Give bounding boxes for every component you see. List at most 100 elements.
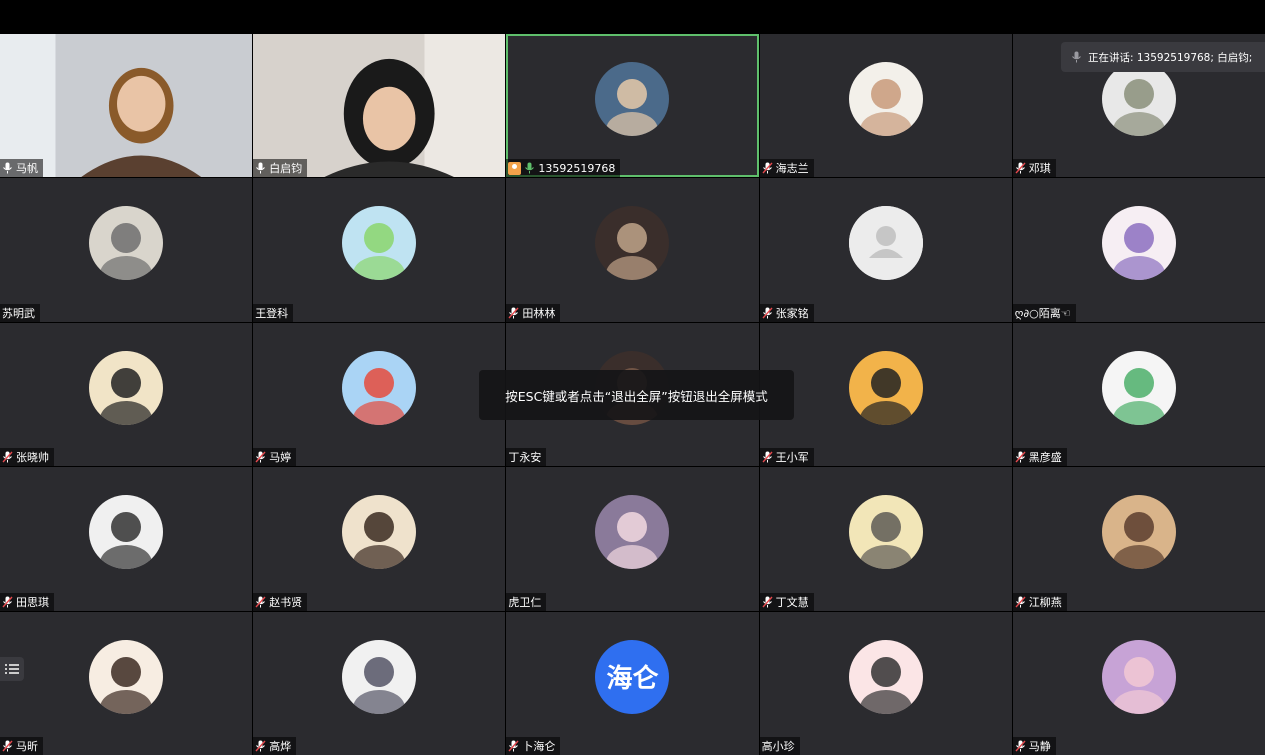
- avatar: [1101, 62, 1176, 136]
- participant-name: 虎卫仁: [508, 595, 542, 609]
- participant-name: 苏明武: [2, 306, 35, 320]
- participant-name-label: 马昕: [0, 736, 43, 755]
- avatar: [342, 350, 417, 425]
- list-icon: [5, 660, 19, 679]
- participant-name-label: 马帆: [0, 159, 43, 178]
- participant-name-label: 丁文慧: [759, 592, 814, 611]
- avatar: [342, 639, 417, 714]
- speaking-indicator: 正在讲话: 13592519768; 白启钧;: [1061, 42, 1265, 72]
- participant-tile[interactable]: 王小军: [759, 322, 1012, 467]
- avatar-initials: 海仑: [595, 639, 670, 714]
- participant-name: 丁文慧: [775, 595, 809, 609]
- participant-tile[interactable]: 丁文慧: [759, 467, 1012, 611]
- avatar: [848, 350, 923, 425]
- avatar: [1101, 495, 1176, 570]
- participant-tile[interactable]: 高小珍: [759, 611, 1012, 755]
- participant-name: ღ∂○陌离☜: [1014, 306, 1071, 320]
- avatar: [342, 495, 417, 570]
- avatar: [1101, 639, 1176, 714]
- mic-muted-icon: [762, 162, 773, 174]
- avatar: [848, 639, 923, 714]
- mic-muted-icon: [1015, 596, 1026, 608]
- participant-name-label: 江柳燕: [1012, 592, 1067, 611]
- participant-name: 高小珍: [761, 739, 795, 753]
- mic-muted-icon: [762, 307, 773, 319]
- participant-name: 黑彦盛: [1028, 451, 1062, 465]
- mic-icon: [1071, 51, 1082, 63]
- participant-tile[interactable]: 田林林: [506, 178, 759, 322]
- participant-name-label: 虎卫仁: [506, 592, 547, 611]
- mic-muted-icon: [2, 740, 13, 752]
- participant-name-label: ღ∂○陌离☜: [1012, 303, 1076, 322]
- participant-name: 马昕: [16, 739, 38, 753]
- participant-name: 赵书贤: [269, 595, 303, 609]
- participant-name-label: 高小珍: [759, 736, 800, 755]
- participant-tile[interactable]: 虎卫仁: [506, 467, 759, 611]
- participant-name: 田林林: [522, 306, 556, 320]
- participant-name: 王小军: [775, 451, 809, 465]
- participant-tile[interactable]: 张家铭: [759, 178, 1012, 322]
- mic-muted-icon: [1015, 740, 1026, 752]
- participant-tile[interactable]: 马昕: [0, 611, 253, 755]
- default-avatar-icon: [848, 206, 923, 281]
- host-icon: [508, 161, 522, 175]
- participant-name: 高烨: [269, 739, 292, 753]
- mic-muted-icon: [2, 596, 13, 608]
- participant-tile[interactable]: 黑彦盛: [1012, 322, 1265, 467]
- participant-tile[interactable]: 海仑卜海仑: [506, 611, 759, 755]
- speaking-text: 正在讲话: 13592519768; 白启钧;: [1088, 51, 1253, 64]
- participant-name: 马静: [1028, 739, 1051, 753]
- participant-name: 邓琪: [1028, 162, 1051, 176]
- avatar: [89, 495, 164, 570]
- participant-name: 马帆: [16, 162, 38, 176]
- participant-name-label: 苏明武: [0, 303, 40, 322]
- mic-muted-icon: [2, 451, 13, 463]
- mic-muted-icon: [1015, 162, 1026, 174]
- participant-name-label: 邓琪: [1012, 159, 1056, 178]
- mic-icon: [2, 162, 13, 174]
- participant-name: 卜海仑: [522, 739, 556, 753]
- participant-tile[interactable]: 赵书贤: [253, 467, 506, 611]
- toast-text: 按ESC键或者点击“退出全屏”按钮退出全屏模式: [505, 388, 768, 404]
- avatar: [595, 495, 670, 570]
- participant-name-label: 白启钧: [253, 159, 308, 178]
- participant-name: 张家铭: [775, 306, 809, 320]
- participant-tile[interactable]: 白启钧: [253, 34, 506, 178]
- participant-tile[interactable]: 江柳燕: [1012, 467, 1265, 611]
- participant-tile[interactable]: 苏明武: [0, 178, 253, 322]
- mic-muted-icon: [508, 307, 519, 319]
- participant-name-label: 黑彦盛: [1012, 448, 1067, 467]
- participant-tile[interactable]: 马帆: [0, 34, 253, 178]
- participant-tile[interactable]: ღ∂○陌离☜: [1012, 178, 1265, 322]
- participant-name-label: 马静: [1012, 736, 1056, 755]
- mic-icon: [255, 162, 266, 174]
- participant-tile[interactable]: 田思琪: [0, 467, 253, 611]
- participant-tile[interactable]: 马婷: [253, 322, 506, 467]
- participant-list-toggle[interactable]: [0, 657, 24, 681]
- participant-tile[interactable]: 高烨: [253, 611, 506, 755]
- avatar: [89, 206, 164, 281]
- mic-muted-icon: [508, 740, 519, 752]
- participant-name-label: 王登科: [253, 303, 294, 322]
- participant-tile[interactable]: 马静: [1012, 611, 1265, 755]
- participant-name-label: 马婷: [253, 448, 297, 467]
- participant-tile[interactable]: 王登科: [253, 178, 506, 322]
- video-feed: [253, 34, 506, 178]
- participant-name-label: 张家铭: [759, 303, 814, 322]
- mic-muted-icon: [255, 596, 266, 608]
- participant-name: 海志兰: [775, 162, 809, 176]
- mic-muted-icon: [255, 740, 266, 752]
- participant-name-label: 张晓帅: [0, 448, 54, 467]
- participant-name-label: 高烨: [253, 736, 297, 755]
- participant-tile[interactable]: 海志兰: [759, 34, 1012, 178]
- participant-name: 13592519768: [538, 161, 616, 175]
- avatar: [595, 62, 670, 136]
- participant-name: 田思琪: [16, 595, 49, 609]
- avatar: [848, 495, 923, 570]
- participant-name-label: 海志兰: [759, 159, 814, 178]
- avatar: [89, 639, 164, 714]
- participant-tile[interactable]: 13592519768: [506, 34, 759, 178]
- participant-tile[interactable]: 张晓帅: [0, 322, 253, 467]
- avatar: [848, 62, 923, 136]
- participant-name-label: 赵书贤: [253, 592, 308, 611]
